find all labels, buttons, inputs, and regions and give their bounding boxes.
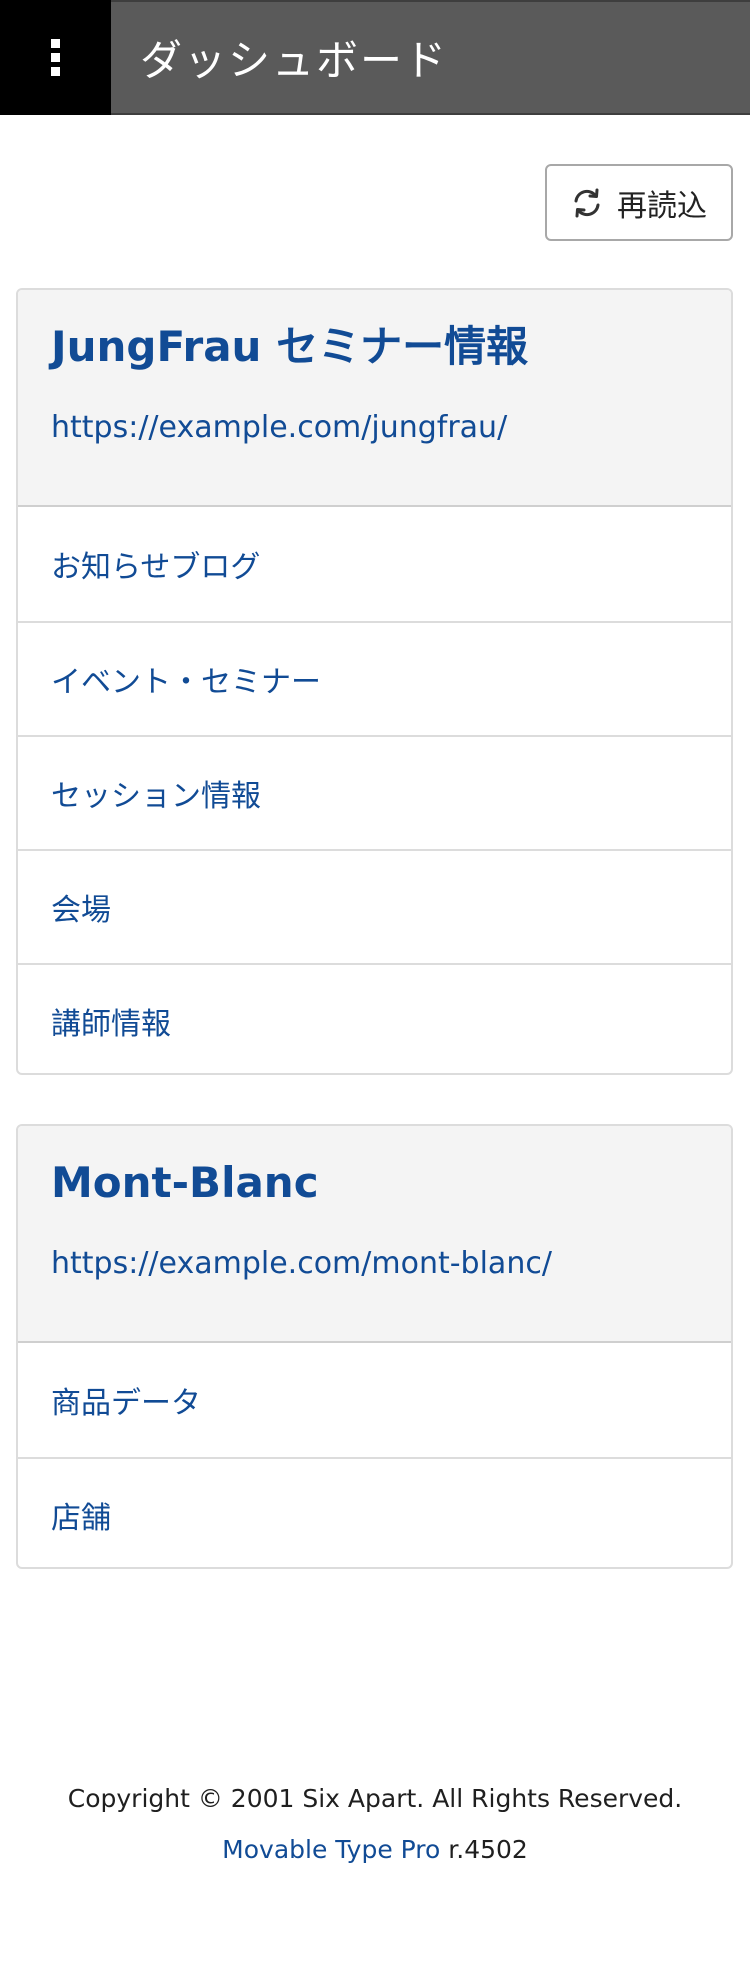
site-url-link[interactable]: https://example.com/jungfrau/ <box>51 410 507 445</box>
site-title[interactable]: Mont-Blanc <box>51 1126 698 1208</box>
site-title[interactable]: JungFrau セミナー情報 <box>51 290 698 372</box>
product-link[interactable]: Movable Type Pro <box>222 1835 440 1864</box>
footer-version: Movable Type Pro r.4502 <box>0 1835 750 1864</box>
site-menu-list: 商品データ 店舗 <box>18 1343 731 1567</box>
site-card-jungfrau: JungFrau セミナー情報 https://example.com/jung… <box>16 288 733 1075</box>
footer-copyright: Copyright © 2001 Six Apart. All Rights R… <box>67 1784 683 1813</box>
site-menu-list: お知らせブログ イベント・セミナー セッション情報 会場 講師情報 <box>18 507 731 1073</box>
header-title-bar: ダッシュボード <box>111 0 750 115</box>
site-card-header: JungFrau セミナー情報 https://example.com/jung… <box>18 290 731 507</box>
menu-item-venue[interactable]: 会場 <box>18 849 731 963</box>
menu-item-stores[interactable]: 店舗 <box>18 1457 731 1567</box>
refresh-icon <box>574 188 600 217</box>
reload-button[interactable]: 再読込 <box>545 164 733 241</box>
menu-button[interactable] <box>0 0 111 115</box>
site-card-header: Mont-Blanc https://example.com/mont-blan… <box>18 1126 731 1343</box>
page-title: ダッシュボード <box>140 36 449 85</box>
menu-item-product-data[interactable]: 商品データ <box>18 1343 731 1457</box>
menu-item-sessions[interactable]: セッション情報 <box>18 735 731 849</box>
app-header: ダッシュボード <box>0 0 750 115</box>
site-card-mont-blanc: Mont-Blanc https://example.com/mont-blan… <box>16 1124 733 1569</box>
site-url-link[interactable]: https://example.com/mont-blanc/ <box>51 1246 552 1281</box>
kebab-menu-icon <box>51 39 60 76</box>
menu-item-speakers[interactable]: 講師情報 <box>18 963 731 1073</box>
menu-item-events-seminars[interactable]: イベント・セミナー <box>18 621 731 735</box>
revision-text: r.4502 <box>440 1835 528 1864</box>
menu-item-news-blog[interactable]: お知らせブログ <box>18 507 731 621</box>
reload-label: 再読込 <box>617 188 707 224</box>
